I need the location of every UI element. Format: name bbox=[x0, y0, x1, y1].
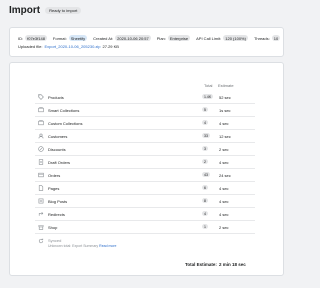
plan-label: Plan: bbox=[156, 35, 166, 41]
table-row: Redirects 4 4 sec bbox=[35, 209, 255, 221]
row-label: Custom Collections bbox=[48, 121, 83, 126]
id-label: ID: bbox=[18, 35, 24, 41]
row-estimate: 12 sec bbox=[219, 134, 231, 139]
table-row: Customers 33 12 sec bbox=[35, 131, 255, 143]
synced-note-text: Unknown total: Export Summary bbox=[48, 244, 99, 248]
table-row: Blog Posts 8 4 sec bbox=[35, 196, 255, 208]
id-value: f07e3f148 bbox=[25, 35, 47, 41]
table-row: Draft Orders 2 4 sec bbox=[35, 157, 255, 169]
row-estimate: 2 sec bbox=[219, 225, 229, 230]
status-badge: Ready to import bbox=[45, 7, 82, 14]
collection-icon bbox=[38, 107, 44, 113]
synced-label: Synced bbox=[48, 238, 62, 243]
row-estimate: 52 sec bbox=[219, 95, 231, 100]
row-label: Draft Orders bbox=[48, 160, 71, 165]
api-value: 120 (100%) bbox=[223, 35, 248, 41]
page-icon bbox=[38, 185, 44, 191]
table-row: Products 1.4K 52 sec bbox=[35, 92, 255, 104]
blog-icon bbox=[38, 198, 44, 204]
created-value: 2020-10-06 20:57 bbox=[115, 35, 151, 41]
threads-label: Threads: bbox=[253, 35, 270, 41]
table-row: Orders 43 24 sec bbox=[35, 170, 255, 182]
row-estimate: 4 sec bbox=[219, 199, 229, 204]
row-estimate: 1s sec bbox=[219, 108, 231, 113]
row-count: 4 bbox=[202, 211, 208, 216]
row-label: Shop bbox=[48, 225, 58, 230]
table-row: Discounts 3 2 sec bbox=[35, 144, 255, 156]
uploaded-size: 27.29 KB bbox=[102, 44, 119, 49]
col-estimate-header: Estimate bbox=[218, 83, 234, 88]
table-row: Custom Collections 4 4 sec bbox=[35, 118, 255, 130]
row-label: Blog Posts bbox=[48, 199, 68, 204]
row-label: Smart Collections bbox=[48, 108, 80, 113]
uploaded-label: Uploaded file: bbox=[18, 44, 43, 49]
row-count: 5 bbox=[202, 107, 208, 112]
row-estimate: 4 sec bbox=[219, 160, 229, 165]
page-header: Import Ready to import bbox=[9, 5, 82, 16]
row-label: Discounts bbox=[48, 147, 66, 152]
threads-value: 10 bbox=[271, 35, 281, 41]
read-more-link[interactable]: Read more bbox=[99, 244, 116, 248]
row-label: Redirects bbox=[48, 212, 65, 217]
row-label: Pages bbox=[48, 186, 60, 191]
discount-icon bbox=[38, 146, 44, 152]
uploaded-file-link[interactable]: Export_2020-10-06_205230.zip bbox=[44, 44, 100, 49]
total-estimate-value: 2 min 18 sec bbox=[219, 262, 246, 267]
row-label: Orders bbox=[48, 173, 61, 178]
orders-icon bbox=[38, 172, 44, 178]
row-count: 4 bbox=[202, 120, 208, 125]
row-estimate: 4 sec bbox=[219, 121, 229, 126]
shop-icon bbox=[38, 224, 44, 230]
row-count: 1 bbox=[202, 224, 208, 229]
uploaded-file-line: Uploaded file: Export_2020-10-06_205230.… bbox=[18, 44, 119, 49]
row-label: Customers bbox=[48, 134, 68, 139]
row-count: 3 bbox=[202, 146, 208, 151]
redirect-icon bbox=[38, 211, 44, 217]
customer-icon bbox=[38, 133, 44, 139]
plan-value: Enterprise bbox=[167, 35, 191, 41]
row-estimate: 4 sec bbox=[219, 212, 229, 217]
synced-note: Unknown total: Export Summary Read more bbox=[48, 244, 117, 248]
draft-orders-icon bbox=[38, 159, 44, 165]
row-count: 6 bbox=[202, 185, 208, 190]
table-row: Smart Collections 5 1s sec bbox=[35, 105, 255, 117]
row-count: 1.4K bbox=[202, 94, 214, 99]
created-label: Created At: bbox=[93, 35, 114, 41]
row-label: Products bbox=[48, 95, 64, 100]
synced-icon bbox=[38, 238, 44, 244]
synced-row: Synced Unknown total: Export Summary Rea… bbox=[35, 237, 255, 251]
import-info-card: ID: f07e3f148 Format: Sheetify Created A… bbox=[9, 27, 284, 57]
format-value: Sheetify bbox=[68, 35, 88, 41]
import-meta-line: ID: f07e3f148 Format: Sheetify Created A… bbox=[18, 35, 281, 41]
row-estimate: 24 sec bbox=[219, 173, 231, 178]
row-estimate: 2 sec bbox=[219, 147, 229, 152]
row-count: 2 bbox=[202, 159, 208, 164]
col-total-header: Total bbox=[204, 83, 213, 88]
page-title: Import bbox=[9, 5, 41, 16]
row-count: 8 bbox=[202, 198, 208, 203]
total-estimate-label: Total Estimate: bbox=[185, 262, 217, 267]
table-row: Pages 6 4 sec bbox=[35, 183, 255, 195]
row-count: 43 bbox=[202, 172, 210, 177]
table-row: Shop 1 2 sec bbox=[35, 222, 255, 234]
collection-icon bbox=[38, 120, 44, 126]
row-estimate: 4 sec bbox=[219, 186, 229, 191]
format-label: Format: bbox=[52, 35, 67, 41]
api-label: API Call Limit: bbox=[196, 35, 222, 41]
row-count: 33 bbox=[202, 133, 210, 138]
tag-icon bbox=[38, 94, 44, 100]
